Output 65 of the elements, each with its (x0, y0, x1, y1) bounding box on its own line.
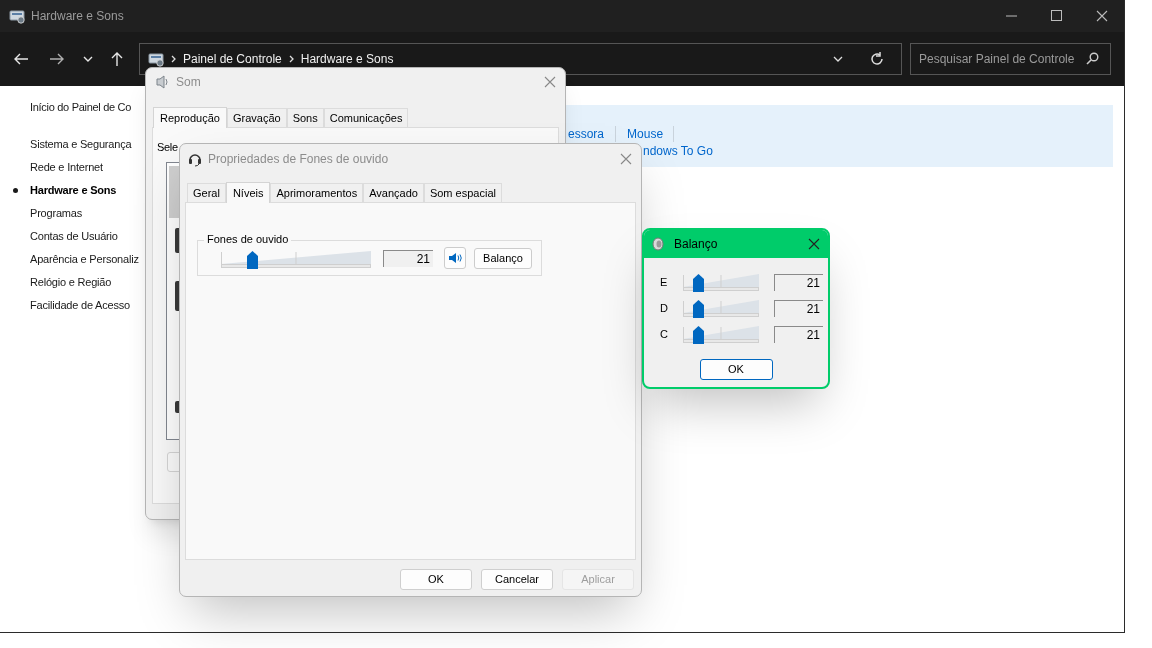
tab[interactable]: Comunicações (323, 108, 409, 127)
sidebar-link[interactable]: Programas (30, 205, 82, 222)
sidebar-link[interactable]: Contas de Usuário (30, 228, 118, 245)
tab[interactable]: Reprodução (153, 107, 227, 128)
tab[interactable]: Avançado (363, 183, 424, 202)
sidebar-link[interactable]: Relógio e Região (30, 274, 112, 291)
value-field[interactable]: 21 (774, 299, 823, 317)
channel-label: C (660, 326, 669, 342)
slider-track[interactable] (683, 272, 759, 292)
link[interactable]: ndows To Go (643, 141, 713, 160)
channel-label: E (660, 274, 669, 290)
instruction-text: Sele (157, 140, 178, 155)
slider-track[interactable] (683, 324, 759, 344)
speaker-icon (652, 237, 664, 251)
sidebar-link[interactable]: Facilidade de Acesso (30, 297, 130, 314)
tab[interactable]: Som espacial (423, 183, 502, 202)
search-field[interactable]: Pesquisar Painel de Controle (910, 43, 1111, 75)
slider-track[interactable] (221, 249, 371, 269)
refresh-icon[interactable] (870, 52, 884, 66)
sidebar-link[interactable]: Aparência e Personaliz (30, 251, 139, 268)
tab[interactable]: Geral (187, 183, 226, 202)
breadcrumb-item[interactable]: Hardware e Sons (300, 50, 394, 68)
slider-thumb[interactable] (247, 251, 258, 269)
balance-button[interactable]: Balanço (474, 247, 532, 269)
up-arrow-icon (109, 51, 125, 67)
chevron-down-icon[interactable] (832, 55, 844, 63)
channel-label: D (660, 300, 669, 316)
sidebar-link[interactable]: Início do Painel de Co (30, 99, 139, 116)
value-field[interactable]: 21 (774, 325, 823, 343)
chevron-right-icon (287, 54, 295, 64)
group-label: Fones de ouvido (204, 232, 292, 246)
search-icon[interactable] (1086, 52, 1099, 65)
slider-track[interactable] (683, 298, 759, 318)
window-title: Propriedades de Fones de ouvido (208, 150, 389, 168)
forward-icon (49, 51, 65, 67)
tab[interactable]: Aprimoramentos (270, 183, 364, 202)
control-panel-icon (9, 8, 25, 24)
ok-button[interactable]: OK (699, 359, 773, 380)
slider-thumb[interactable] (693, 326, 705, 344)
value-field[interactable]: 21 (774, 273, 823, 291)
window-title: Som (176, 74, 201, 91)
speaker-icon (155, 74, 171, 90)
close-icon (1095, 10, 1108, 22)
speaker-button[interactable] (444, 247, 466, 269)
dialog-button[interactable]: Cancelar (481, 569, 553, 590)
value-field[interactable]: 21 (383, 249, 433, 267)
sidebar-link[interactable]: Sistema e Segurança (30, 136, 132, 153)
dialog-button[interactable]: OK (400, 569, 472, 590)
sidebar-link[interactable]: Hardware e Sons (30, 182, 117, 199)
breadcrumb-item[interactable]: Painel de Controle (183, 50, 282, 68)
chevron-right-icon (170, 54, 177, 64)
slider-thumb[interactable] (693, 274, 705, 292)
tab[interactable]: Sons (286, 108, 324, 127)
close-icon[interactable] (808, 238, 820, 250)
tab[interactable]: Níveis (225, 182, 271, 203)
sidebar-link[interactable]: Rede e Internet (30, 159, 103, 176)
tab[interactable]: Gravação (226, 108, 287, 127)
link[interactable]: Mouse (627, 124, 664, 143)
link[interactable]: essora (568, 124, 605, 143)
maximize-icon (1050, 10, 1063, 22)
window-title: Hardware e Sons (31, 8, 124, 25)
window-title: Balanço (674, 236, 718, 253)
slider-thumb[interactable] (693, 300, 705, 318)
speaker-icon (448, 252, 462, 264)
back-icon (13, 51, 29, 67)
